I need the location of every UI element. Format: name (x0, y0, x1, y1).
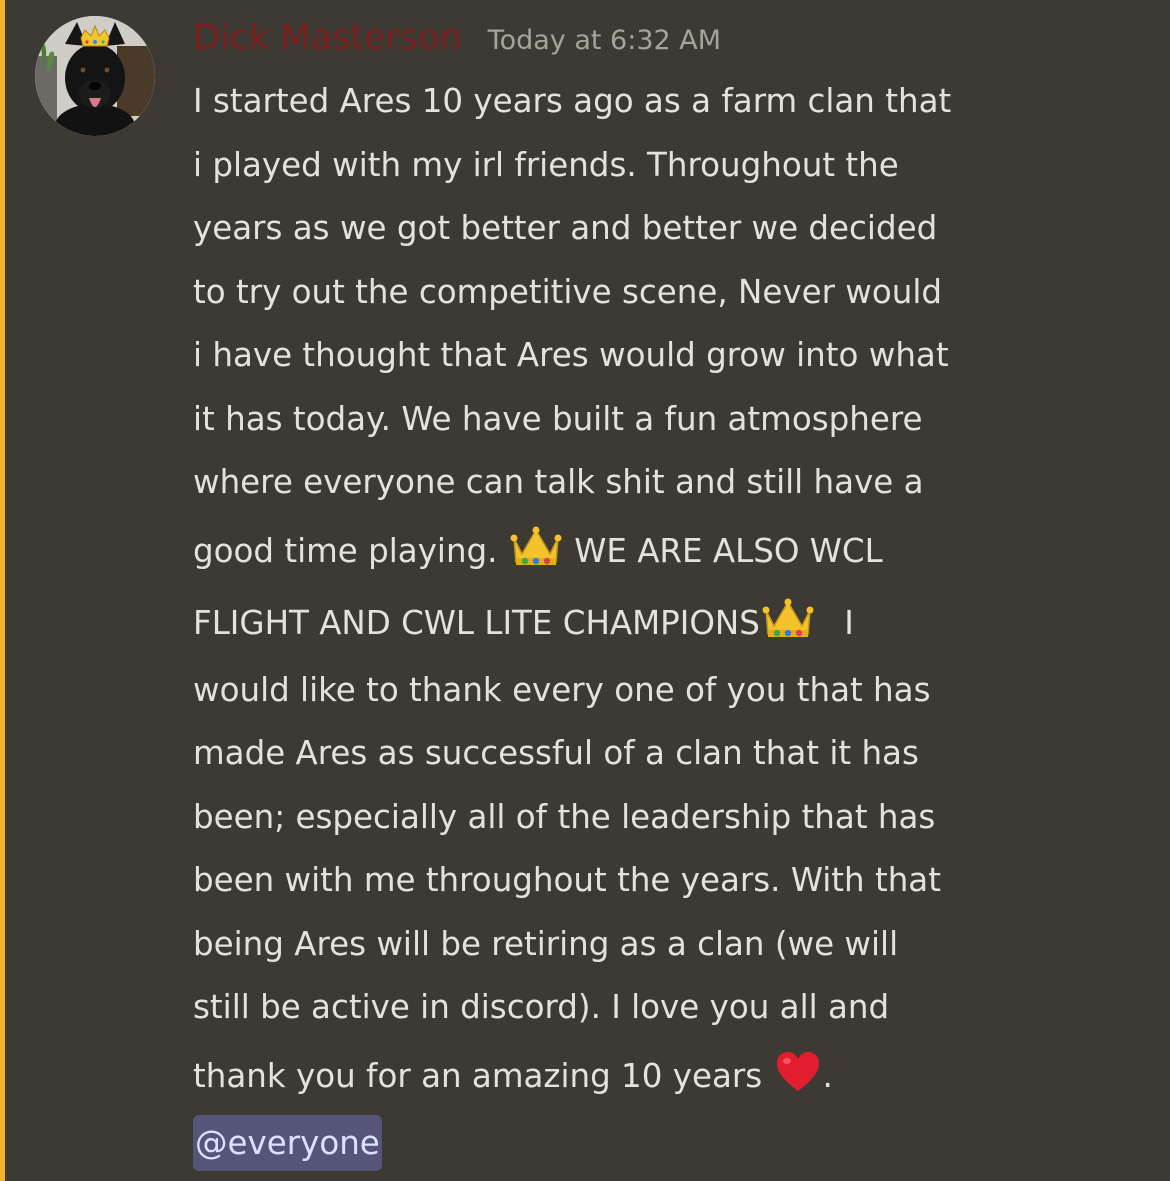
message-text: I (844, 603, 854, 642)
message-line: years as we got better and better we dec… (193, 209, 938, 247)
message-text: thank you for an amazing 10 years (193, 1056, 763, 1095)
message-text: . (822, 1056, 833, 1095)
crown-emoji-icon (510, 521, 562, 593)
message-content: I started Ares 10 years ago as a farm cl… (193, 70, 1153, 1175)
message-text: good time playing. (193, 531, 498, 570)
message-text: FLIGHT AND CWL LITE CHAMPIONS (193, 603, 760, 642)
message-header: Dick Masterson Today at 6:32 AM (193, 10, 721, 66)
message-line: been; especially all of the leadership t… (193, 797, 936, 836)
avatar[interactable] (35, 16, 155, 136)
message-line: I started Ares 10 years ago as a farm cl… (193, 82, 952, 120)
message-line: would like to thank every one of you tha… (193, 670, 931, 709)
message-timestamp[interactable]: Today at 6:32 AM (488, 13, 721, 69)
everyone-mention[interactable]: @everyone (193, 1114, 382, 1171)
red-heart-emoji-icon (775, 1046, 821, 1118)
author-username[interactable]: Dick Masterson (193, 10, 462, 66)
message-line: i played with my irl friends. Throughout… (193, 145, 899, 184)
mention-line: @everyone (193, 1112, 1153, 1176)
message-text: WE ARE ALSO WCL (574, 531, 883, 570)
message-line: to try out the competitive scene, Never … (193, 272, 942, 311)
message-line-with-emoji: thank you for an amazing 10 years . (193, 1040, 1153, 1112)
message-line-with-emoji: good time playing. WE ARE ALSO WCL (193, 515, 1153, 587)
crown-emoji-icon (762, 593, 814, 665)
message-line: i have thought that Ares would grow into… (193, 336, 949, 374)
message-line-with-emoji: FLIGHT AND CWL LITE CHAMPIONS I (193, 587, 1153, 659)
message-line: made Ares as successful of a clan that i… (193, 734, 919, 772)
chat-message: Dick Masterson Today at 6:32 AM I starte… (0, 0, 1170, 1181)
message-line: where everyone can talk shit and still h… (193, 463, 924, 501)
message-line: being Ares will be retiring as a clan (w… (193, 924, 899, 963)
message-line: it has today. We have built a fun atmosp… (193, 399, 923, 438)
dog-avatar-image (35, 16, 155, 136)
message-line: still be active in discord). I love you … (193, 988, 890, 1026)
message-line: been with me throughout the years. With … (193, 861, 941, 899)
